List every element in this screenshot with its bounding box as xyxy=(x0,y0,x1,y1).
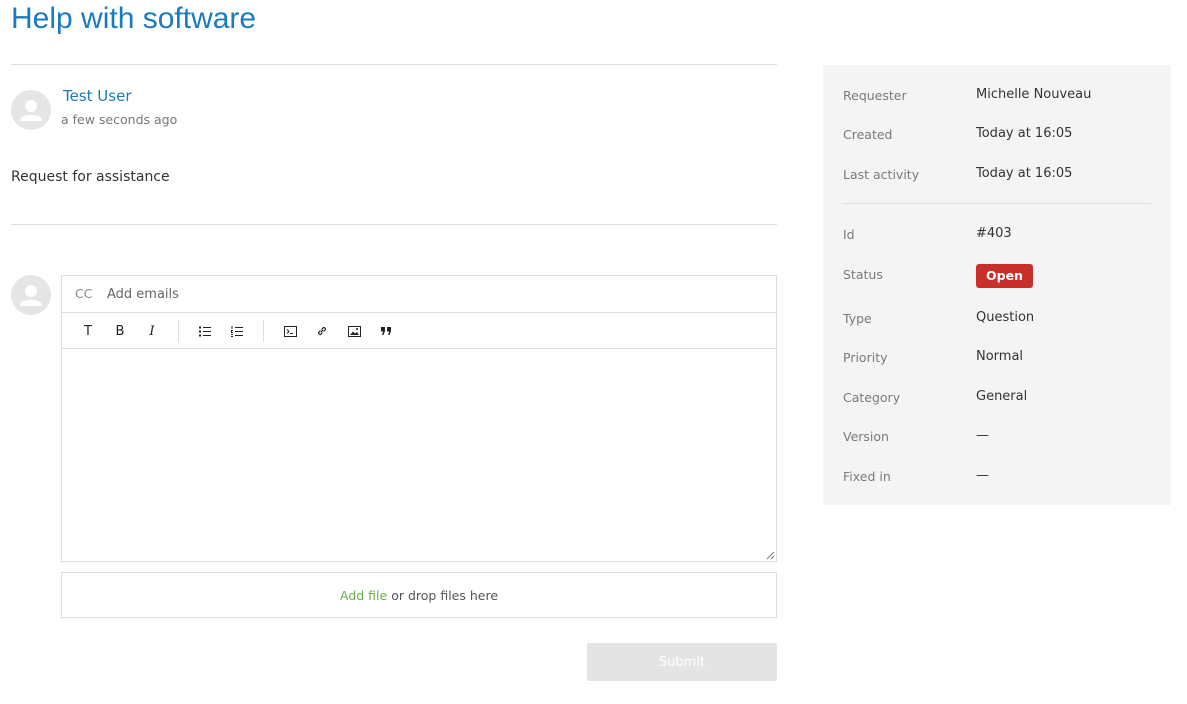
status-badge: Open xyxy=(976,264,1033,288)
category-label: Category xyxy=(843,390,901,405)
id-label: Id xyxy=(843,227,855,242)
version-value: — xyxy=(976,428,989,443)
reply-textarea[interactable] xyxy=(62,349,776,561)
submit-button[interactable]: Submit xyxy=(587,643,777,681)
avatar xyxy=(11,90,51,130)
bulleted-list-button[interactable] xyxy=(195,321,215,341)
toolbar-separator xyxy=(263,320,264,342)
quote-icon xyxy=(380,327,391,335)
last-activity-label: Last activity xyxy=(843,167,920,182)
status-label: Status xyxy=(843,267,883,282)
author-name-link[interactable]: Test User xyxy=(63,87,132,105)
last-activity-value: Today at 16:05 xyxy=(976,166,1073,181)
italic-button[interactable]: I xyxy=(142,321,162,341)
reply-editor[interactable]: T B I xyxy=(61,312,777,562)
bulleted-list-icon xyxy=(199,326,211,336)
comment-body: Request for assistance xyxy=(11,169,170,185)
file-dropzone[interactable]: Add file or drop files here xyxy=(61,572,777,618)
created-value: Today at 16:05 xyxy=(976,126,1073,141)
bold-button[interactable]: B xyxy=(110,321,130,341)
comment-timestamp: a few seconds ago xyxy=(61,112,178,127)
fixed-in-label: Fixed in xyxy=(843,469,891,484)
user-icon xyxy=(20,100,42,121)
id-value: #403 xyxy=(976,226,1012,241)
text-style-button[interactable]: T xyxy=(78,321,98,341)
numbered-list-icon xyxy=(231,325,243,337)
user-icon xyxy=(20,285,42,306)
type-value: Question xyxy=(976,310,1035,325)
image-icon xyxy=(347,325,361,337)
requester-label: Requester xyxy=(843,88,907,103)
version-label: Version xyxy=(843,429,889,444)
category-value: General xyxy=(976,389,1028,404)
numbered-list-button[interactable] xyxy=(227,321,247,341)
priority-label: Priority xyxy=(843,350,888,365)
created-label: Created xyxy=(843,127,893,142)
ticket-properties-panel: Requester Michelle Nouveau Created Today… xyxy=(823,65,1171,505)
link-icon xyxy=(317,326,327,336)
cc-email-input[interactable] xyxy=(107,282,707,306)
cc-label: CC xyxy=(75,286,93,301)
divider xyxy=(11,64,777,65)
priority-value: Normal xyxy=(976,349,1024,364)
editor-toolbar: T B I xyxy=(62,313,776,349)
type-label: Type xyxy=(843,311,872,326)
page-title: Help with software xyxy=(11,2,257,35)
dropzone-hint: or drop files here xyxy=(391,587,499,603)
reply-avatar xyxy=(11,275,51,315)
fixed-in-value: — xyxy=(976,468,989,483)
code-button[interactable] xyxy=(280,321,300,341)
resize-handle-icon[interactable] xyxy=(766,551,775,560)
cc-field[interactable]: CC xyxy=(61,275,777,313)
toolbar-separator xyxy=(178,320,179,342)
requester-value: Michelle Nouveau xyxy=(976,87,1092,102)
divider xyxy=(843,203,1151,204)
quote-button[interactable] xyxy=(376,321,396,341)
code-icon xyxy=(283,325,297,337)
add-file-link[interactable]: Add file xyxy=(340,588,387,603)
divider xyxy=(11,224,777,225)
image-button[interactable] xyxy=(344,321,364,341)
link-button[interactable] xyxy=(312,321,332,341)
